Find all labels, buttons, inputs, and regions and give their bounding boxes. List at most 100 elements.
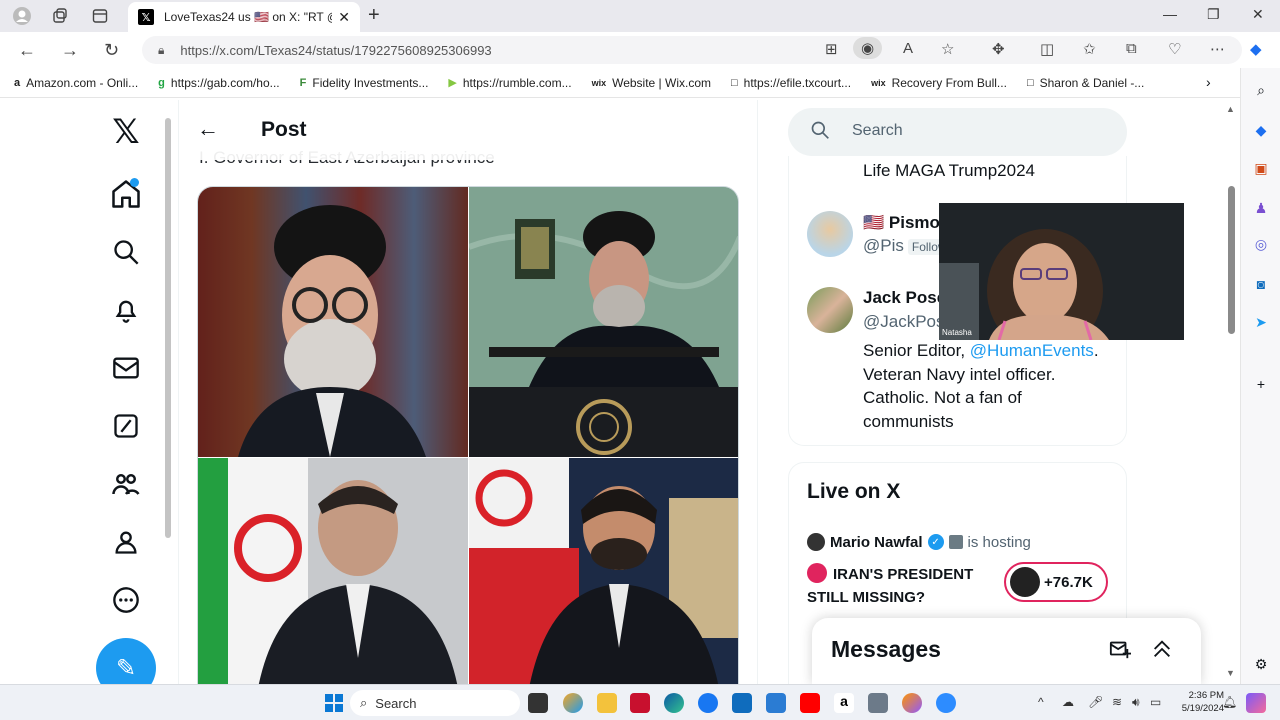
facebook-icon[interactable] — [698, 693, 718, 713]
post-photo-2[interactable] — [469, 187, 738, 457]
notifications-bell-icon[interactable] — [110, 294, 142, 326]
browser-essentials-icon[interactable]: ♡ — [1168, 40, 1181, 58]
bookmark-item[interactable]: □ https://efile.txcourt... — [731, 76, 851, 90]
post-media-grid[interactable] — [197, 186, 739, 684]
shopping-icon[interactable]: ◆ — [1251, 120, 1271, 140]
more-circle-icon[interactable] — [110, 584, 142, 616]
suggested-user-name[interactable]: Jack Pose — [863, 288, 946, 308]
active-tab[interactable]: 𝕏 LoveTexas24 us 🇺🇸 on X: "RT @Pi ✕ — [128, 2, 360, 32]
suggested-user-name[interactable]: 🇺🇸 Pismo — [863, 213, 940, 233]
settings-icon[interactable]: ⚙ — [1251, 654, 1271, 674]
new-tab-icon[interactable]: + — [368, 4, 380, 27]
edge-icon[interactable] — [664, 693, 684, 713]
windows-start-icon[interactable] — [324, 693, 344, 713]
back-icon[interactable]: ← — [18, 40, 36, 61]
scrollbar-thumb[interactable] — [1228, 186, 1235, 334]
scrollbar-thumb[interactable] — [165, 118, 171, 538]
taskbar-search[interactable]: ⌕ Search — [350, 690, 520, 716]
youtube-icon[interactable] — [800, 693, 820, 713]
vertical-tabs-icon[interactable] — [80, 0, 120, 32]
avatar[interactable] — [807, 211, 853, 257]
notification-bell-icon[interactable]: 🔔︎ — [1222, 695, 1237, 709]
space-listeners-pill[interactable]: +76.7K — [1004, 562, 1108, 602]
post-photo-4[interactable] — [469, 458, 738, 684]
x-logo-icon[interactable]: 𝕏 — [110, 113, 142, 151]
split-screen-icon[interactable]: ◫ — [1040, 40, 1054, 58]
zoom-icon[interactable] — [936, 693, 956, 713]
scroll-down-icon[interactable]: ▼ — [1226, 668, 1235, 678]
bookmark-item[interactable]: F Fidelity Investments... — [300, 76, 429, 90]
workspaces-icon[interactable] — [40, 0, 80, 32]
url-field[interactable]: 🔒︎ https://x.com/LTexas24/status/1792275… — [142, 36, 1242, 64]
collections-icon[interactable]: ⧉ — [1126, 40, 1137, 57]
maximize-icon[interactable]: ❐ — [1207, 6, 1220, 23]
firefox-icon[interactable] — [902, 693, 922, 713]
suggested-user-handle[interactable]: @JackPos — [863, 312, 945, 332]
bookmark-item[interactable]: □ Sharon & Daniel -... — [1027, 76, 1144, 90]
mcafee-icon[interactable] — [630, 693, 650, 713]
copilot-tray-icon[interactable] — [1246, 693, 1266, 713]
copilot-icon[interactable]: ◆ — [1250, 40, 1262, 58]
search-icon[interactable]: ⌕ — [1251, 80, 1271, 100]
post-photo-1[interactable] — [198, 187, 468, 457]
space-host-row[interactable]: Mario Nawfal ✓ is hosting — [807, 533, 1031, 551]
minimize-icon[interactable]: — — [1163, 6, 1177, 22]
volume-icon[interactable]: 🔊︎ — [1132, 695, 1140, 710]
avatar[interactable] — [807, 287, 853, 333]
microphone-icon[interactable]: 🎤︎ — [1088, 695, 1103, 709]
outlook-icon[interactable] — [732, 693, 752, 713]
send-icon[interactable]: ➤ — [1251, 312, 1271, 332]
favorite-star-icon[interactable]: ☆ — [941, 40, 954, 58]
space-title[interactable]: IRAN'S PRESIDENT STILL MISSING? — [807, 563, 987, 609]
messages-drawer[interactable]: Messages — [812, 618, 1201, 684]
page-scrollbar[interactable]: ▲ ▼ — [1226, 104, 1238, 678]
battery-icon[interactable]: ▭ — [1150, 695, 1161, 709]
app-available-icon[interactable]: ⊞ — [825, 40, 838, 58]
taskbar-clock[interactable]: 2:36 PM 5/19/2024 — [1168, 689, 1224, 715]
wifi-icon[interactable]: ≋ — [1112, 695, 1122, 709]
explore-search-icon[interactable] — [110, 236, 142, 268]
tracking-prevention-icon[interactable]: ◉ — [853, 37, 883, 59]
bookmark-item[interactable]: ▶ https://rumble.com... — [448, 76, 571, 90]
expand-chevron-icon[interactable] — [1151, 638, 1173, 666]
profile-person-icon[interactable] — [110, 526, 142, 558]
bio-mention-link[interactable]: @HumanEvents — [970, 341, 1094, 360]
bookmark-item[interactable]: wix Website | Wix.com — [592, 76, 711, 90]
read-aloud-icon[interactable]: A — [903, 40, 913, 57]
file-explorer-icon[interactable] — [597, 693, 617, 713]
back-arrow-icon[interactable]: ← — [197, 116, 219, 142]
bookmark-item[interactable]: g https://gab.com/ho... — [158, 76, 279, 90]
tools-icon[interactable]: ▣ — [1251, 158, 1271, 178]
copilot-app-icon[interactable] — [563, 693, 583, 713]
grok-icon[interactable] — [110, 410, 142, 442]
bookmark-item[interactable]: wix Recovery From Bull... — [871, 76, 1007, 90]
outlook-icon[interactable]: ◙ — [1251, 274, 1271, 294]
close-window-icon[interactable]: ✕ — [1252, 6, 1264, 23]
forward-icon[interactable]: → — [61, 40, 79, 61]
more-menu-icon[interactable]: ⋯ — [1210, 40, 1225, 58]
suggested-user-handle[interactable]: @Pis Follow — [863, 236, 951, 256]
post-photo-3[interactable] — [198, 458, 468, 684]
lock-icon[interactable]: 🔒︎ — [158, 43, 164, 58]
messages-mail-icon[interactable] — [110, 352, 142, 384]
search-input[interactable]: Search — [788, 108, 1127, 156]
bookmarks-overflow-icon[interactable]: › — [1206, 74, 1211, 90]
favorites-icon[interactable]: ✩ — [1083, 40, 1096, 58]
camera-icon[interactable] — [868, 693, 888, 713]
extensions-icon[interactable]: ✥ — [992, 40, 1005, 58]
scroll-up-icon[interactable]: ▲ — [1226, 104, 1235, 114]
left-nav-scrollbar[interactable] — [164, 110, 172, 658]
new-message-icon[interactable] — [1109, 638, 1131, 666]
profile-icon[interactable] — [2, 0, 42, 32]
add-sidebar-icon[interactable]: + — [1251, 374, 1271, 394]
microsoft365-icon[interactable]: ◎ — [1251, 234, 1271, 254]
refresh-icon[interactable]: ↻ — [104, 40, 119, 61]
store-icon[interactable] — [766, 693, 786, 713]
tray-chevron-icon[interactable]: ^ — [1038, 695, 1044, 709]
games-icon[interactable]: ♟ — [1251, 198, 1271, 218]
onedrive-icon[interactable]: ☁ — [1062, 695, 1074, 709]
communities-icon[interactable] — [110, 468, 142, 500]
amazon-icon[interactable]: a — [834, 693, 854, 713]
bookmark-item[interactable]: a Amazon.com - Onli... — [14, 76, 138, 90]
task-view-icon[interactable] — [528, 693, 548, 713]
